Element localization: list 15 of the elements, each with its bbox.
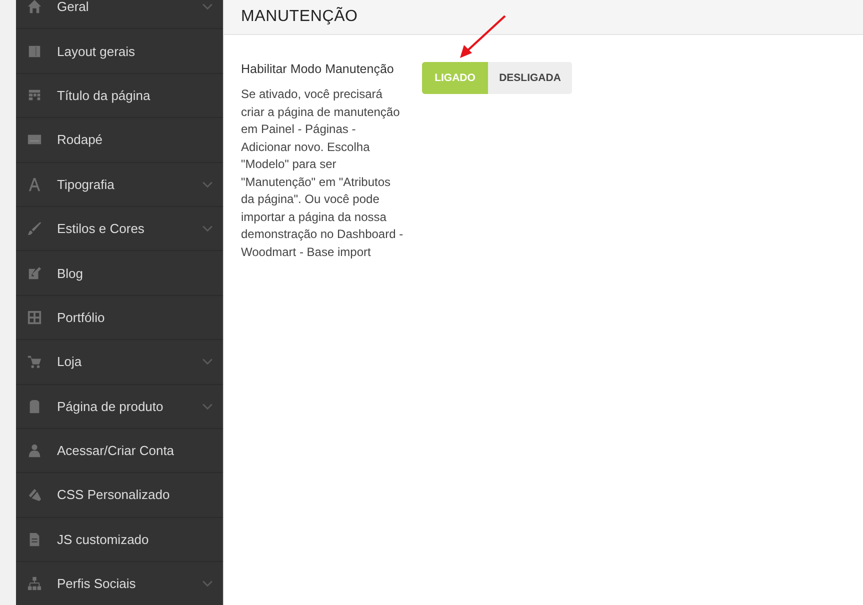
document-icon [27,532,42,547]
setting-label: Habilitar Modo Manutenção [241,62,395,76]
edit-icon [27,266,42,281]
letter-icon [27,176,42,192]
section-title: MANUTENÇÃO [241,8,358,26]
sitemap-icon [27,576,42,592]
user-icon [27,443,42,458]
brush-icon [27,221,42,236]
home-icon [27,0,42,14]
table-icon [27,88,42,103]
sidebar-item[interactable]: Geral [16,0,223,30]
cart-icon [27,354,42,370]
setting-description: Se ativado, você precisará criar a página de manutenção em Painel - Páginas - Adicionar novo. Escolha "Modelo" para ser "Manutenção" em "Atributos da página". Ou você pode importar a página da nossa demonstração no Dashboard - Woodmart - Base import [241,86,404,260]
grid-icon [27,310,42,325]
layout-icon [27,44,42,59]
